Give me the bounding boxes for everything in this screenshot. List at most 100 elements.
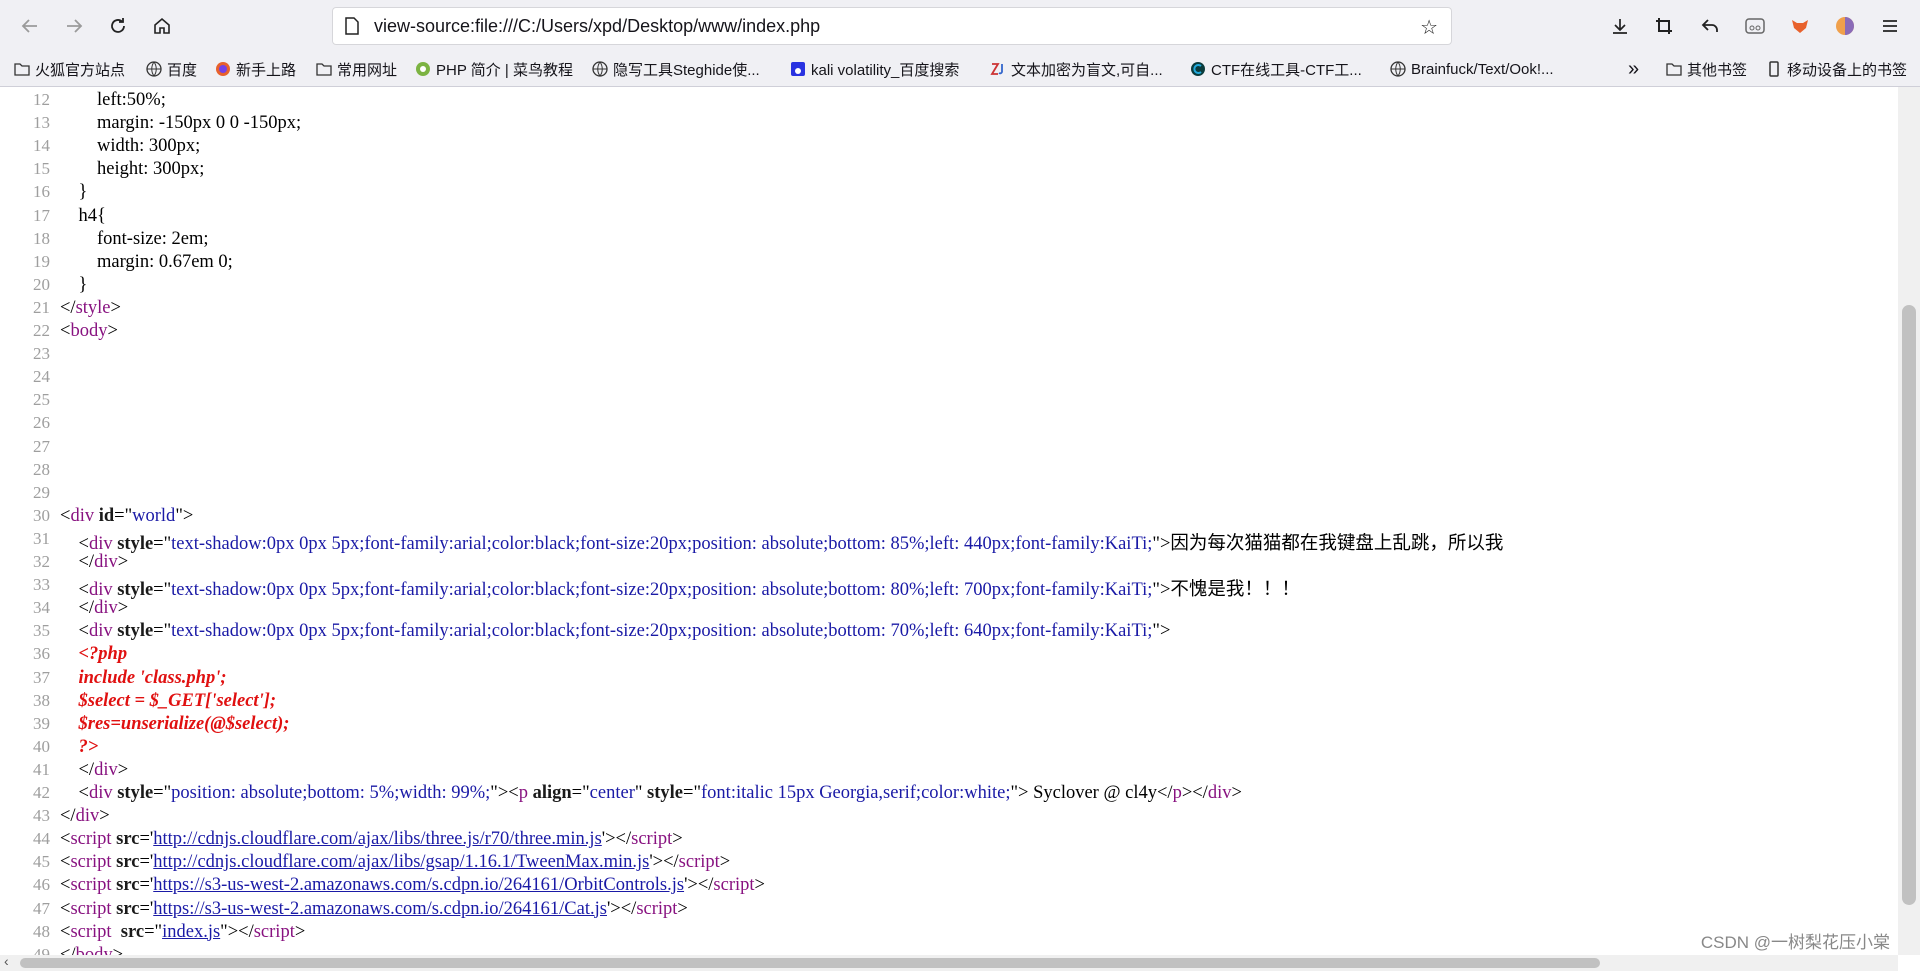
source-line: 36 <?php	[0, 644, 1898, 667]
source-line: 48 <script src="index.js"></script>	[0, 922, 1898, 945]
bookmark-item[interactable]: 文本加密为盲文,可自...	[990, 58, 1163, 80]
bookmark-item[interactable]: PHP 简介 | 菜鸟教程	[415, 58, 573, 80]
arrow-left-icon	[21, 19, 37, 33]
ctf-icon	[1191, 62, 1205, 76]
forward-button[interactable]	[60, 12, 88, 40]
account-avatar-icon[interactable]	[1831, 12, 1859, 40]
line-number: 13	[33, 113, 50, 133]
home-icon	[154, 17, 170, 34]
line-number: 44	[33, 829, 50, 849]
vertical-scrollbar[interactable]	[1898, 87, 1920, 955]
source-line: 44 <script src='http://cdnjs.cloudflare.c…	[0, 829, 1898, 852]
source-line: 42 <div style="position: absolute;bottom…	[0, 783, 1898, 806]
line-number: 21	[33, 297, 50, 317]
line-code: h4{	[60, 205, 106, 226]
reload-icon	[111, 18, 125, 33]
source-line: 49 </body>	[0, 945, 1898, 955]
source-line: 34 </div>	[0, 598, 1898, 621]
back-button[interactable]	[16, 12, 44, 40]
bookmark-label: 移动设备上的书签	[1787, 61, 1908, 79]
bookmark-label: 其他书签	[1687, 61, 1748, 79]
bookmark-star-icon[interactable]: ☆	[1420, 15, 1438, 40]
line-number: 36	[33, 644, 50, 664]
line-number: 15	[33, 159, 50, 179]
bookmarks-overflow-button[interactable]: »	[1628, 58, 1639, 80]
source-line: 38 $select = $_GET['select'];	[0, 691, 1898, 714]
reload-button[interactable]	[104, 12, 132, 40]
source-line: 29	[0, 483, 1898, 506]
globe-icon	[592, 61, 608, 77]
line-code: <body>	[60, 321, 118, 341]
line-number: 38	[33, 690, 50, 710]
source-link[interactable]: index.js	[162, 922, 220, 942]
source-line: 14 width: 300px;	[0, 136, 1898, 159]
source-line: 28	[0, 460, 1898, 483]
line-code: margin: -150px 0 0 -150px;	[60, 113, 302, 134]
chevron-double-right-icon: »	[1628, 57, 1640, 80]
line-number: 18	[33, 228, 50, 248]
line-number: 37	[33, 667, 50, 687]
vertical-scrollbar-thumb[interactable]	[1902, 305, 1916, 905]
source-line: 35 <div style="text-shadow:0px 0px 5px;f…	[0, 621, 1898, 644]
line-number: 48	[33, 921, 50, 941]
source-link[interactable]: http://cdnjs.cloudflare.com/ajax/libs/th…	[153, 829, 602, 849]
bookmark-item[interactable]: CTF在线工具-CTF工...	[1190, 58, 1362, 80]
browser-toolbar: view-source:file:///C:/Users/xpd/Desktop…	[0, 0, 1920, 52]
extension-fox-icon[interactable]	[1786, 12, 1814, 40]
horizontal-scrollbar-thumb[interactable]	[20, 958, 1600, 968]
line-number: 24	[33, 367, 50, 387]
source-link[interactable]: https://s3-us-west-2.amazonaws.com/s.cdp…	[153, 899, 607, 919]
bookmark-item[interactable]: 隐写工具Steghide使...	[592, 58, 760, 80]
address-bar[interactable]: view-source:file:///C:/Users/xpd/Desktop…	[332, 7, 1452, 45]
source-link[interactable]: https://s3-us-west-2.amazonaws.com/s.cdp…	[153, 875, 684, 895]
source-line: 47 <script src='https://s3-us-west-2.amaz…	[0, 899, 1898, 922]
bookmark-folder-mobile[interactable]: 移动设备上的书签	[1766, 58, 1907, 80]
source-line: 39 $res=unserialize(@$select);	[0, 714, 1898, 737]
source-line: 22 <body>	[0, 321, 1898, 344]
line-code: $select = $_GET['select'];	[78, 690, 277, 711]
bookmark-label: 火狐官方站点	[35, 61, 126, 79]
line-number: 33	[33, 575, 50, 595]
line-code: }	[60, 182, 88, 203]
bookmark-item[interactable]: 百度	[146, 58, 197, 80]
source-line: 18 font-size: 2em;	[0, 229, 1898, 252]
line-number: 30	[33, 505, 50, 525]
line-code: </body>	[60, 944, 124, 955]
line-code: <div style="text-shadow:0px 0px 5px;font…	[60, 580, 1300, 601]
source-line: 19 margin: 0.67em 0;	[0, 252, 1898, 275]
bookmark-folder-other[interactable]: 其他书签	[1666, 58, 1747, 80]
source-line: 46 <script src='https://s3-us-west-2.amaz…	[0, 875, 1898, 898]
line-code: <div id="world">	[60, 505, 194, 526]
bookmark-label: kali volatility_百度搜索	[811, 61, 960, 79]
line-code: left:50%;	[60, 90, 166, 110]
line-code: <div style="position: absolute;bottom: 5…	[60, 783, 1242, 803]
reader-view-icon[interactable]	[1741, 12, 1769, 40]
bookmark-item[interactable]: Brainfuck/Text/Ook!...	[1390, 58, 1554, 80]
source-line: 32 </div>	[0, 552, 1898, 575]
url-text: view-source:file:///C:/Users/xpd/Desktop…	[374, 16, 821, 36]
home-button[interactable]	[148, 12, 176, 40]
undo-icon[interactable]	[1696, 12, 1724, 40]
bookmark-label: 隐写工具Steghide使...	[613, 61, 760, 79]
source-link[interactable]: http://cdnjs.cloudflare.com/ajax/libs/gs…	[153, 852, 649, 872]
folder-icon	[1666, 63, 1682, 76]
bookmark-item[interactable]: 新手上路	[215, 58, 296, 80]
source-line: 17 h4{	[0, 206, 1898, 229]
line-code: }	[60, 274, 88, 295]
line-code: </div>	[60, 552, 129, 572]
line-number: 31	[33, 528, 50, 548]
globe-icon	[146, 61, 162, 77]
source-line: 24	[0, 367, 1898, 390]
bookmark-item[interactable]: kali volatility_百度搜索	[790, 58, 959, 80]
bookmark-item[interactable]: 火狐官方站点	[14, 58, 125, 80]
line-number: 40	[33, 736, 50, 756]
line-code: <div style="text-shadow:0px 0px 5px;font…	[60, 533, 1504, 554]
bookmark-item[interactable]: 常用网址	[316, 58, 397, 80]
line-code: <script src='http://cdnjs.cloudflare.com…	[60, 852, 731, 873]
menu-icon[interactable]	[1876, 12, 1904, 40]
source-line: 21 </style>	[0, 298, 1898, 321]
horizontal-scrollbar[interactable]: ‹	[0, 953, 1898, 971]
scroll-left-icon[interactable]: ‹	[4, 953, 9, 969]
downloads-icon[interactable]	[1606, 12, 1634, 40]
screenshot-icon[interactable]	[1650, 12, 1678, 40]
